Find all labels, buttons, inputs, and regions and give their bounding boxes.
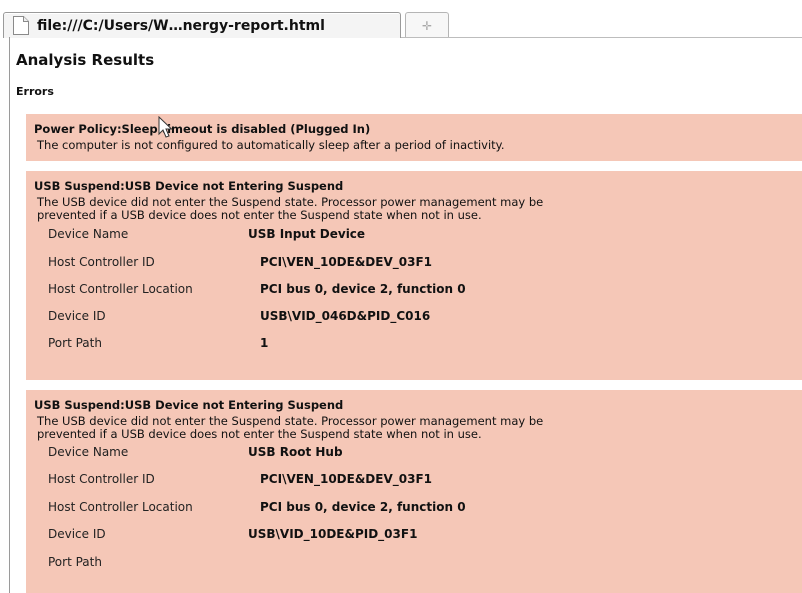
page-title: Analysis Results [16,51,155,69]
detail-label: Host Controller Location [48,282,193,296]
page-content: Analysis Results Errors Power Policy:Sle… [10,38,802,593]
detail-label: Device ID [48,309,106,323]
browser-tab[interactable]: file:///C:/Users/W…nergy-report.html [3,12,401,38]
description-line: prevented if a USB device does not enter… [37,427,482,441]
error-card: USB Suspend:USB Device not Entering Susp… [26,390,802,593]
error-card: USB Suspend:USB Device not Entering Susp… [26,171,802,380]
detail-label: Device Name [48,445,129,459]
error-title: Power Policy:Sleep timeout is disabled (… [34,122,371,136]
page-icon [13,16,29,35]
detail-value: PCI bus 0, device 2, function 0 [260,500,466,514]
detail-label: Host Controller Location [48,500,193,514]
detail-value: PCI\VEN_10DE&DEV_03F1 [260,255,432,269]
new-tab-button[interactable]: ✛ [405,12,449,38]
detail-value: PCI\VEN_10DE&DEV_03F1 [260,472,432,486]
error-description: The USB device did not enter the Suspend… [37,196,802,222]
description-line: prevented if a USB device does not enter… [37,208,482,222]
detail-label: Host Controller ID [48,255,155,269]
error-card: Power Policy:Sleep timeout is disabled (… [26,114,802,161]
error-description: The USB device did not enter the Suspend… [37,415,802,441]
detail-value: USB Root Hub [248,445,343,459]
detail-label: Device ID [48,527,106,541]
detail-value: USB Input Device [248,227,366,241]
error-description: The computer is not configured to automa… [37,138,505,152]
detail-value: USB\VID_10DE&PID_03F1 [248,527,418,541]
detail-label: Host Controller ID [48,472,155,486]
detail-value: USB\VID_046D&PID_C016 [260,309,431,323]
detail-label: Port Path [48,336,102,350]
detail-label: Port Path [48,555,102,569]
error-title: USB Suspend:USB Device not Entering Susp… [34,179,344,193]
detail-value: PCI bus 0, device 2, function 0 [260,282,466,296]
mouse-pointer-icon [158,116,173,138]
new-tab-icon: ✛ [421,18,433,33]
detail-value: 1 [260,336,269,350]
tab-strip: file:///C:/Users/W…nergy-report.html ✛ [0,0,802,38]
error-title: USB Suspend:USB Device not Entering Susp… [34,398,344,412]
detail-label: Device Name [48,227,129,241]
tab-title: file:///C:/Users/W…nergy-report.html [37,17,325,34]
section-heading: Errors [16,85,54,98]
